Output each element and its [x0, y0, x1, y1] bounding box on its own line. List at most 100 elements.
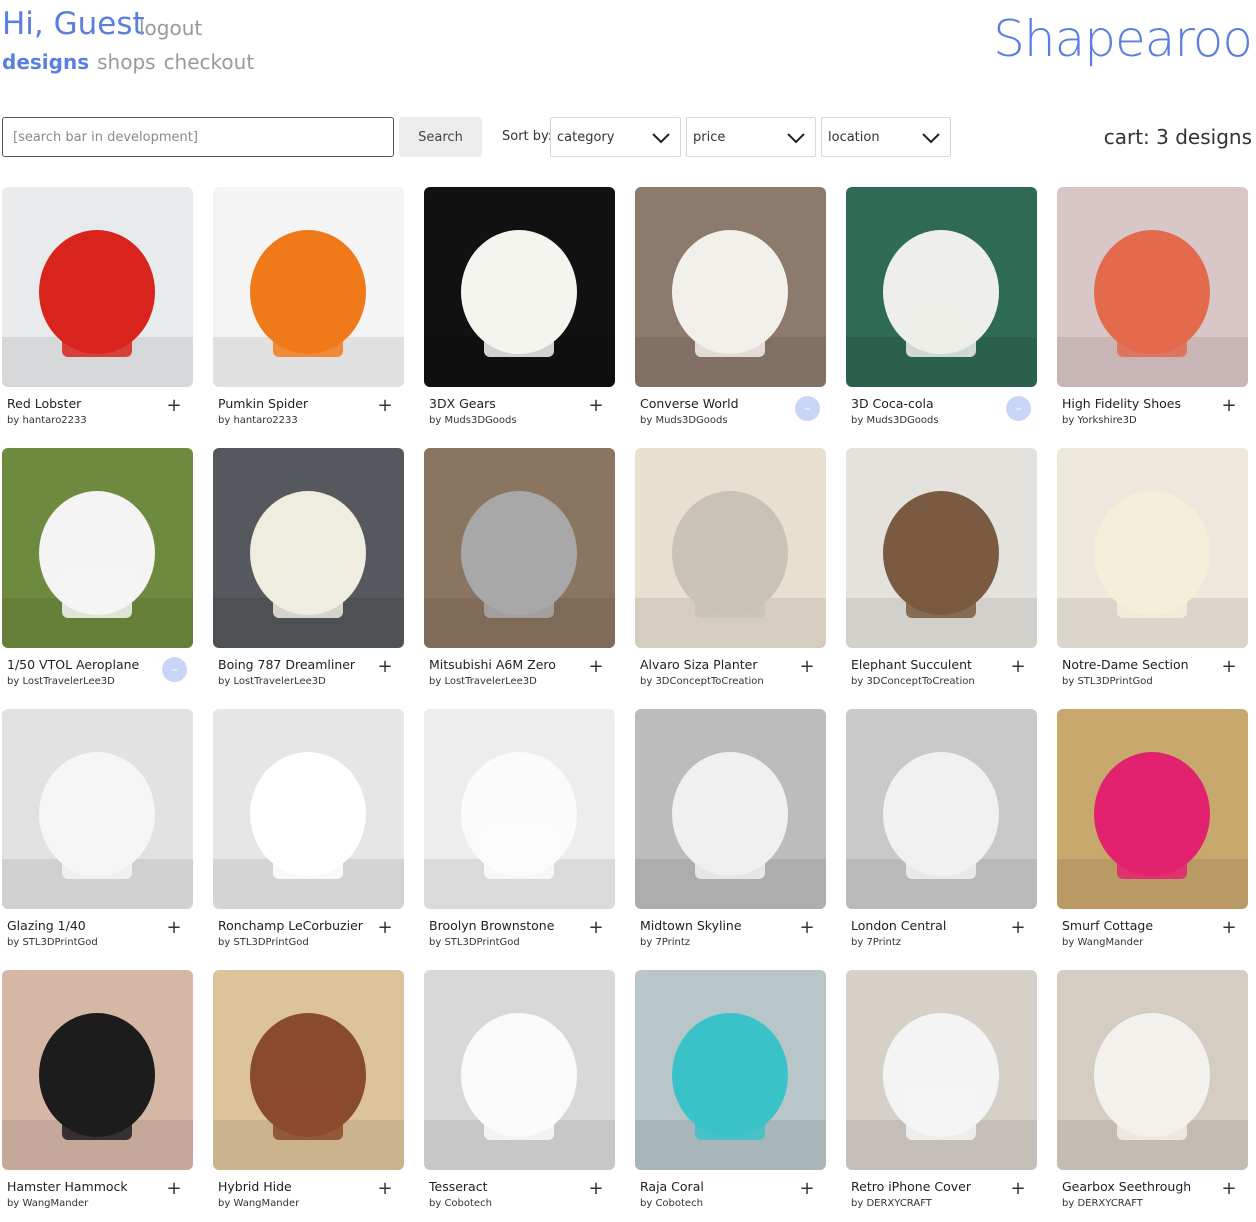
- design-card[interactable]: Gearbox Seethrough by DERXYCRAFT +: [1057, 970, 1248, 1222]
- design-thumbnail[interactable]: [424, 970, 615, 1170]
- design-author[interactable]: by 7Printz: [851, 937, 901, 948]
- add-to-cart-button[interactable]: +: [1220, 1180, 1238, 1198]
- search-button[interactable]: Search: [399, 117, 482, 157]
- design-card[interactable]: 3D Coca-cola by Muds3DGoods –: [846, 187, 1037, 448]
- design-card[interactable]: Hamster Hammock by WangMander +: [2, 970, 193, 1222]
- design-author[interactable]: by DERXYCRAFT: [1062, 1198, 1143, 1209]
- design-author[interactable]: by WangMander: [218, 1198, 299, 1209]
- design-title[interactable]: Notre-Dame Section: [1062, 657, 1189, 672]
- design-card[interactable]: 3DX Gears by Muds3DGoods +: [424, 187, 615, 448]
- design-title[interactable]: Pumkin Spider: [218, 396, 308, 411]
- design-thumbnail[interactable]: [1057, 448, 1248, 648]
- design-thumbnail[interactable]: [213, 970, 404, 1170]
- design-author[interactable]: by hantaro2233: [7, 415, 87, 426]
- sort-category-select[interactable]: category: [550, 117, 681, 157]
- design-title[interactable]: 3DX Gears: [429, 396, 496, 411]
- design-title[interactable]: Glazing 1/40: [7, 918, 86, 933]
- design-card[interactable]: Converse World by Muds3DGoods –: [635, 187, 826, 448]
- design-thumbnail[interactable]: [846, 709, 1037, 909]
- design-author[interactable]: by WangMander: [1062, 937, 1143, 948]
- design-author[interactable]: by Yorkshire3D: [1062, 415, 1137, 426]
- add-to-cart-button[interactable]: +: [1220, 397, 1238, 415]
- design-card[interactable]: Midtown Skyline by 7Printz +: [635, 709, 826, 970]
- add-to-cart-button[interactable]: +: [798, 658, 816, 676]
- design-thumbnail[interactable]: [635, 709, 826, 909]
- add-to-cart-button[interactable]: +: [587, 397, 605, 415]
- add-to-cart-button[interactable]: +: [165, 397, 183, 415]
- design-author[interactable]: by LostTravelerLee3D: [218, 676, 326, 687]
- design-author[interactable]: by LostTravelerLee3D: [429, 676, 537, 687]
- design-thumbnail[interactable]: [424, 709, 615, 909]
- design-thumbnail[interactable]: [846, 187, 1037, 387]
- design-author[interactable]: by Muds3DGoods: [640, 415, 728, 426]
- design-card[interactable]: Alvaro Siza Planter by 3DConceptToCreatio…: [635, 448, 826, 709]
- design-title[interactable]: 3D Coca-cola: [851, 396, 934, 411]
- add-to-cart-button[interactable]: +: [1009, 919, 1027, 937]
- design-title[interactable]: Alvaro Siza Planter: [640, 657, 758, 672]
- design-title[interactable]: Ronchamp LeCorbuzier: [218, 918, 363, 933]
- add-to-cart-button[interactable]: +: [376, 397, 394, 415]
- design-thumbnail[interactable]: [2, 709, 193, 909]
- design-author[interactable]: by STL3DPrintGod: [7, 937, 98, 948]
- add-to-cart-button[interactable]: +: [376, 919, 394, 937]
- design-author[interactable]: by 3DConceptToCreation: [851, 676, 975, 687]
- design-thumbnail[interactable]: [213, 187, 404, 387]
- add-to-cart-button[interactable]: +: [376, 1180, 394, 1198]
- design-title[interactable]: Converse World: [640, 396, 739, 411]
- design-title[interactable]: Raja Coral: [640, 1179, 704, 1194]
- design-card[interactable]: Boing 787 Dreamliner by LostTravelerLee3D…: [213, 448, 404, 709]
- design-title[interactable]: Tesseract: [429, 1179, 488, 1194]
- search-input[interactable]: [2, 117, 394, 157]
- add-to-cart-button[interactable]: +: [587, 919, 605, 937]
- design-author[interactable]: by Cobotech: [429, 1198, 492, 1209]
- design-title[interactable]: Mitsubishi A6M Zero: [429, 657, 556, 672]
- add-to-cart-button[interactable]: +: [376, 658, 394, 676]
- design-card[interactable]: Mitsubishi A6M Zero by LostTravelerLee3D +: [424, 448, 615, 709]
- cart-summary[interactable]: cart: 3 designs: [1104, 125, 1252, 149]
- design-author[interactable]: by WangMander: [7, 1198, 88, 1209]
- design-thumbnail[interactable]: [1057, 709, 1248, 909]
- design-title[interactable]: Retro iPhone Cover: [851, 1179, 971, 1194]
- design-thumbnail[interactable]: [1057, 970, 1248, 1170]
- add-to-cart-button[interactable]: +: [1220, 658, 1238, 676]
- logout-link[interactable]: logout: [139, 16, 202, 40]
- design-card[interactable]: High Fidelity Shoes by Yorkshire3D +: [1057, 187, 1248, 448]
- design-thumbnail[interactable]: [424, 448, 615, 648]
- design-title[interactable]: Hamster Hammock: [7, 1179, 128, 1194]
- design-card[interactable]: Retro iPhone Cover by DERXYCRAFT +: [846, 970, 1037, 1222]
- design-author[interactable]: by DERXYCRAFT: [851, 1198, 932, 1209]
- design-author[interactable]: by 7Printz: [640, 937, 690, 948]
- add-to-cart-button[interactable]: +: [165, 1180, 183, 1198]
- remove-from-cart-button[interactable]: –: [162, 657, 187, 682]
- design-author[interactable]: by Muds3DGoods: [851, 415, 939, 426]
- design-card[interactable]: London Central by 7Printz +: [846, 709, 1037, 970]
- design-card[interactable]: Broolyn Brownstone by STL3DPrintGod +: [424, 709, 615, 970]
- design-thumbnail[interactable]: [846, 448, 1037, 648]
- remove-from-cart-button[interactable]: –: [795, 396, 820, 421]
- nav-checkout[interactable]: checkout: [164, 50, 255, 74]
- design-title[interactable]: Smurf Cottage: [1062, 918, 1153, 933]
- design-author[interactable]: by LostTravelerLee3D: [7, 676, 115, 687]
- nav-designs[interactable]: designs: [2, 50, 89, 74]
- design-thumbnail[interactable]: [1057, 187, 1248, 387]
- nav-shops[interactable]: shops: [97, 50, 155, 74]
- design-card[interactable]: Smurf Cottage by WangMander +: [1057, 709, 1248, 970]
- design-thumbnail[interactable]: [2, 448, 193, 648]
- design-title[interactable]: London Central: [851, 918, 946, 933]
- remove-from-cart-button[interactable]: –: [1006, 396, 1031, 421]
- design-author[interactable]: by Cobotech: [640, 1198, 703, 1209]
- design-thumbnail[interactable]: [2, 970, 193, 1170]
- design-thumbnail[interactable]: [2, 187, 193, 387]
- design-title[interactable]: Hybrid Hide: [218, 1179, 292, 1194]
- add-to-cart-button[interactable]: +: [1009, 1180, 1027, 1198]
- design-card[interactable]: Elephant Succulent by 3DConceptToCreation…: [846, 448, 1037, 709]
- design-thumbnail[interactable]: [213, 448, 404, 648]
- add-to-cart-button[interactable]: +: [587, 1180, 605, 1198]
- design-card[interactable]: Raja Coral by Cobotech +: [635, 970, 826, 1222]
- design-title[interactable]: Midtown Skyline: [640, 918, 742, 933]
- design-thumbnail[interactable]: [846, 970, 1037, 1170]
- design-author[interactable]: by Muds3DGoods: [429, 415, 517, 426]
- design-title[interactable]: Red Lobster: [7, 396, 81, 411]
- design-card[interactable]: Notre-Dame Section by STL3DPrintGod +: [1057, 448, 1248, 709]
- design-title[interactable]: Elephant Succulent: [851, 657, 972, 672]
